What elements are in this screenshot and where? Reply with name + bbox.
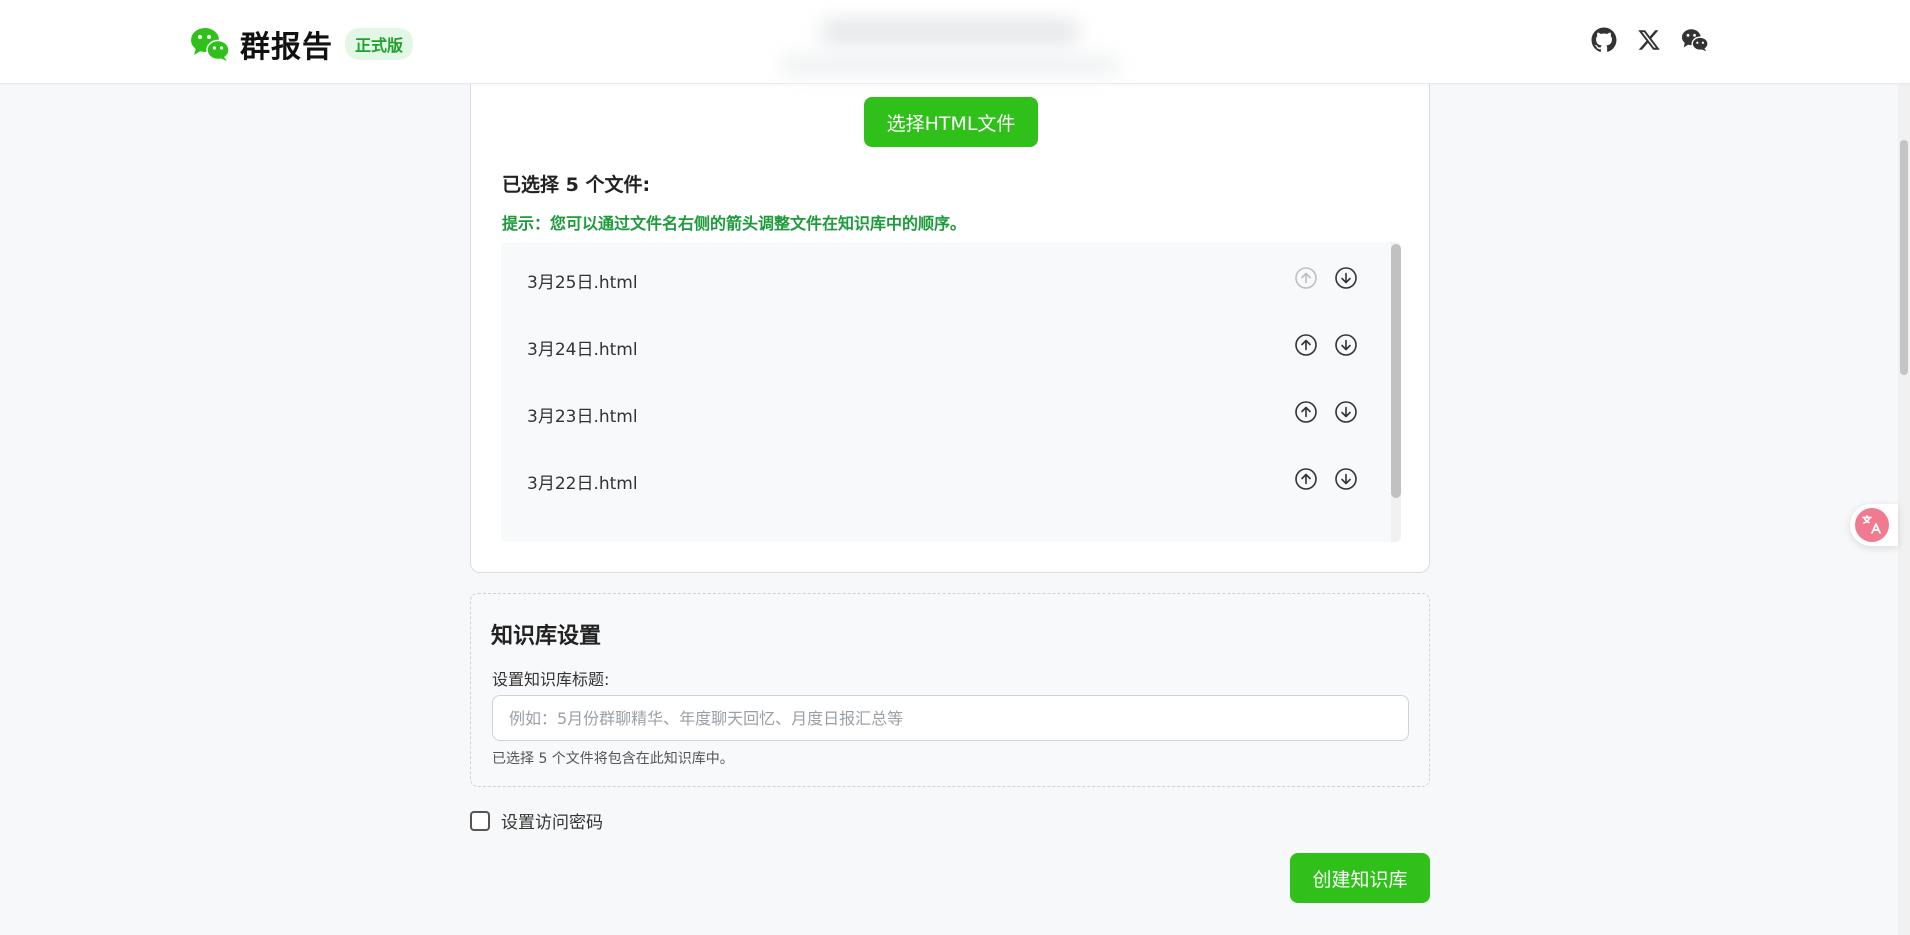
blurred-subnav xyxy=(780,54,1120,76)
file-name: 3月23日.html xyxy=(527,407,638,427)
title-field-label: 设置知识库标题: xyxy=(492,670,610,689)
move-down-icon[interactable] xyxy=(1333,332,1359,358)
page-scroll-thumb[interactable] xyxy=(1900,140,1908,375)
move-down-icon[interactable] xyxy=(1333,265,1359,291)
top-header: 群报告 正式版 xyxy=(0,0,1910,84)
translate-icon xyxy=(1855,508,1889,542)
wechat-icon[interactable] xyxy=(1681,26,1709,54)
version-badge: 正式版 xyxy=(345,28,414,60)
move-up-icon[interactable] xyxy=(1293,332,1319,358)
move-down-icon[interactable] xyxy=(1333,399,1359,425)
move-up-icon xyxy=(1293,265,1319,291)
translate-button[interactable] xyxy=(1850,504,1898,546)
password-label[interactable]: 设置访问密码 xyxy=(501,808,603,833)
kb-settings-card: 知识库设置 设置知识库标题: 已选择 5 个文件将包含在此知识库中。 xyxy=(470,593,1430,787)
file-name: 3月25日.html xyxy=(527,273,638,293)
move-down-icon[interactable] xyxy=(1333,466,1359,492)
file-list-scrollbar[interactable] xyxy=(1391,242,1401,542)
upload-card: 选择HTML文件 已选择 5 个文件: 提示：您可以通过文件名右侧的箭头调整文件… xyxy=(470,70,1430,573)
create-kb-button[interactable]: 创建知识库 xyxy=(1290,853,1430,903)
file-list-scroll-thumb[interactable] xyxy=(1391,244,1401,498)
blurred-nav xyxy=(820,18,1080,46)
settings-note: 已选择 5 个文件将包含在此知识库中。 xyxy=(492,751,734,767)
wechat-logo-icon xyxy=(191,28,230,61)
brand[interactable]: 群报告 正式版 xyxy=(190,22,414,66)
password-option[interactable]: 设置访问密码 xyxy=(470,808,603,833)
github-icon[interactable] xyxy=(1590,26,1618,54)
selected-count: 已选择 5 个文件: xyxy=(502,174,651,196)
file-list: 3月25日.html 3月24日.html 3月23日.html 3月22日.h… xyxy=(501,242,1401,542)
x-icon[interactable] xyxy=(1635,26,1663,54)
settings-title: 知识库设置 xyxy=(491,624,602,649)
file-name: 3月22日.html xyxy=(527,474,638,494)
password-checkbox[interactable] xyxy=(470,810,490,831)
file-name: 3月24日.html xyxy=(527,340,638,360)
file-item: 3月23日.html xyxy=(501,380,1386,447)
kb-title-input[interactable] xyxy=(492,695,1409,741)
file-item: 3月24日.html xyxy=(501,313,1386,380)
move-up-icon[interactable] xyxy=(1293,399,1319,425)
brand-name: 群报告 xyxy=(240,30,333,65)
file-item: 3月25日.html xyxy=(501,246,1386,313)
select-html-button[interactable]: 选择HTML文件 xyxy=(864,97,1038,147)
file-item: 3月22日.html xyxy=(501,447,1386,514)
order-hint: 提示：您可以通过文件名右侧的箭头调整文件在知识库中的顺序。 xyxy=(502,214,967,233)
move-up-icon[interactable] xyxy=(1293,466,1319,492)
